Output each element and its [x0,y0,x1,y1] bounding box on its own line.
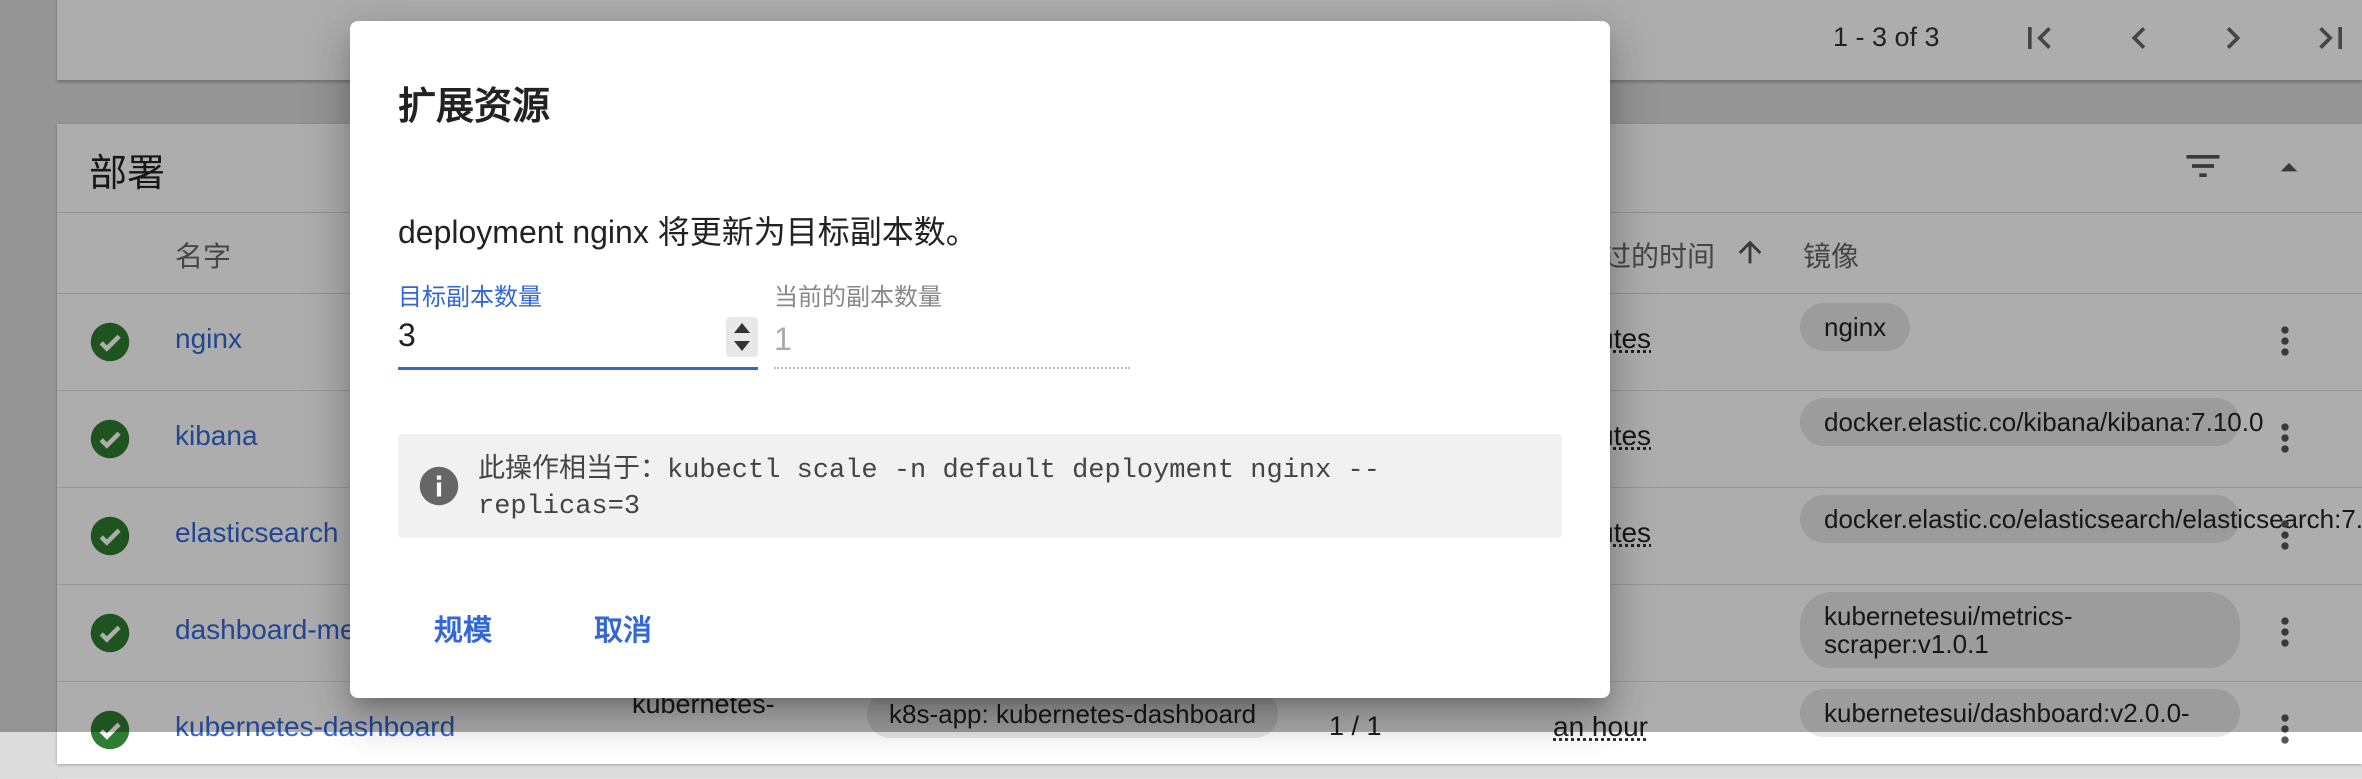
info-icon [418,465,460,507]
target-replicas-input[interactable] [398,311,754,359]
scale-button[interactable]: 规模 [434,607,492,649]
current-replicas-label: 当前的副本数量 [774,284,942,311]
cancel-button[interactable]: 取消 [594,607,652,649]
target-replicas-label: 目标副本数量 [398,284,542,311]
command-info-box: 此操作相当于：kubectl scale -n default deployme… [398,434,1562,538]
spinner-icon[interactable] [726,317,758,357]
target-replicas-underline [398,367,758,370]
current-replicas-value: 1 [774,321,792,357]
current-replicas-underline [774,367,1130,369]
scale-resource-dialog: 扩展资源 deployment nginx 将更新为目标副本数。 目标副本数量 … [350,21,1610,698]
dialog-description: deployment nginx 将更新为目标副本数。 [398,214,978,250]
dialog-title: 扩展资源 [398,86,551,128]
info-prefix: 此操作相当于： [478,453,667,483]
command-text: 此操作相当于：kubectl scale -n default deployme… [478,450,1538,525]
